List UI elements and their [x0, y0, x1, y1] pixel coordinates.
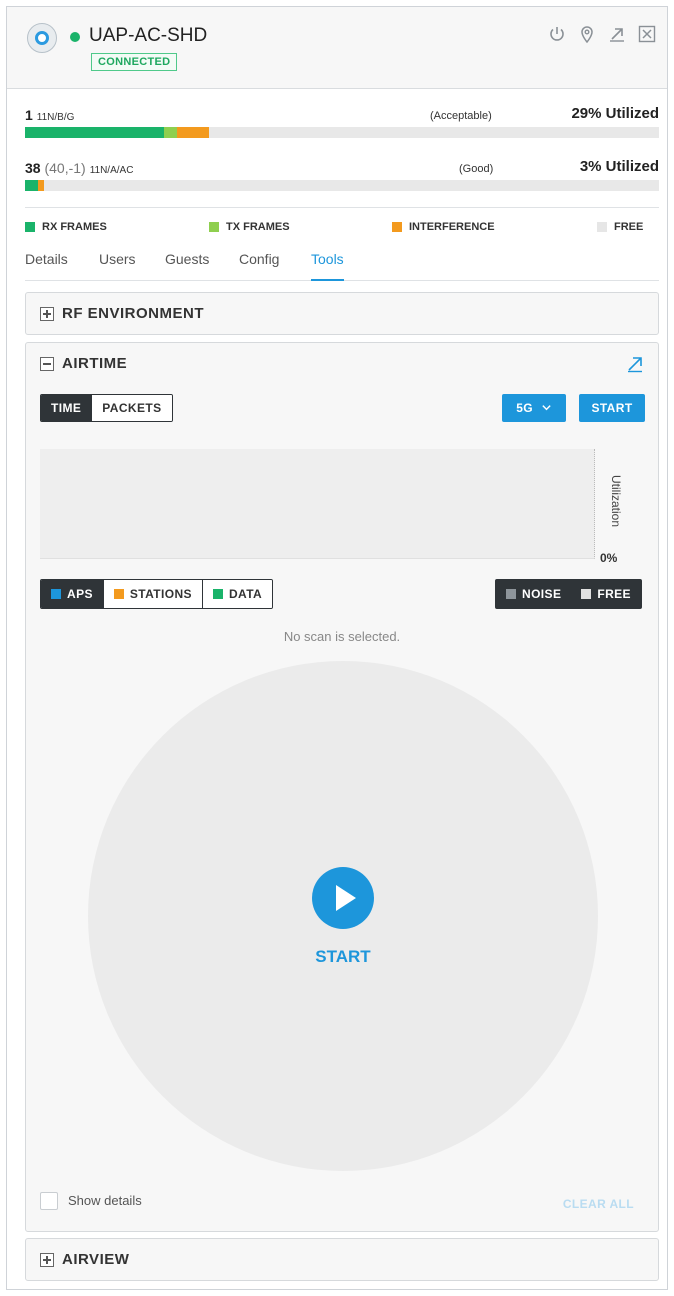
data-swatch: [212, 589, 223, 599]
legend-interference: INTERFERENCE: [392, 221, 495, 233]
collapse-minus-icon[interactable]: [40, 356, 54, 371]
noise-swatch: [506, 589, 516, 599]
device-icon: [27, 23, 57, 53]
radio-quality: (Good): [459, 163, 494, 175]
chevron-down-icon: [541, 395, 552, 423]
legend-free: FREE: [597, 221, 643, 233]
utilization-bar: [25, 127, 659, 138]
stations-swatch: [113, 589, 124, 599]
show-details-label: Show details: [68, 1193, 142, 1208]
close-icon[interactable]: [637, 24, 657, 44]
tab-users[interactable]: Users: [99, 251, 136, 281]
rx-segment: [25, 127, 165, 138]
mode-time-option[interactable]: TIME: [41, 395, 92, 421]
device-name: UAP-AC-SHD: [89, 25, 208, 46]
expand-plus-icon[interactable]: [40, 1252, 54, 1267]
utilization-bar: [25, 180, 659, 191]
aps-swatch: [51, 589, 61, 599]
power-icon[interactable]: [547, 24, 567, 44]
free-swatch: [597, 222, 607, 232]
start-label[interactable]: START: [88, 947, 598, 967]
rx-segment: [25, 180, 38, 191]
filter-data[interactable]: DATA: [201, 580, 273, 608]
y-axis-zero: 0%: [600, 551, 618, 565]
expand-plus-icon[interactable]: [40, 306, 54, 321]
frames-legend: RX FRAMES TX FRAMES INTERFERENCE FREE: [25, 221, 659, 237]
status-dot: [70, 32, 80, 42]
noise-filter: NOISE FREE: [495, 579, 642, 609]
tab-details[interactable]: Details: [25, 251, 68, 281]
tab-config[interactable]: Config: [239, 251, 279, 281]
airtime-section: AIRTIME TIME PACKETS 5G START Utilizatio…: [25, 342, 659, 1232]
locate-icon[interactable]: [577, 24, 597, 44]
interference-segment: [37, 180, 44, 191]
popout-icon[interactable]: [607, 24, 627, 44]
tx-segment: [164, 127, 178, 138]
y-axis-label: Utilization: [609, 475, 623, 528]
interference-segment: [177, 127, 209, 138]
filter-aps[interactable]: APS: [41, 580, 103, 608]
legend-rx: RX FRAMES: [25, 221, 107, 233]
band-select[interactable]: 5G: [502, 394, 566, 422]
start-button[interactable]: START: [579, 394, 645, 422]
tab-bar: Details Users Guests Config Tools: [25, 251, 659, 281]
radio-channel: 38: [25, 160, 41, 176]
section-title: AIRTIME: [62, 355, 128, 372]
filter-free[interactable]: FREE: [571, 580, 641, 608]
device-header: UAP-AC-SHD CONNECTED: [7, 7, 667, 89]
status-badge: CONNECTED: [91, 53, 178, 71]
divider: [25, 207, 659, 208]
interference-swatch: [392, 222, 402, 232]
clear-all-button[interactable]: CLEAR ALL: [563, 1197, 634, 1211]
radio-quality: (Acceptable): [430, 110, 492, 122]
legend-tx: TX FRAMES: [209, 221, 290, 233]
device-panel: UAP-AC-SHD CONNECTED 1 11N/B/G (Acceptabl…: [6, 6, 668, 1290]
filter-noise[interactable]: NOISE: [496, 580, 572, 608]
radio-channel-detail: (40,-1): [44, 160, 86, 176]
free-swatch: [581, 589, 592, 599]
radio-mode: 11N/A/AC: [89, 165, 134, 176]
tab-tools[interactable]: Tools: [311, 251, 344, 281]
filter-stations[interactable]: STATIONS: [102, 580, 202, 608]
tx-swatch: [209, 222, 219, 232]
play-icon[interactable]: [312, 867, 374, 929]
popout-icon[interactable]: [626, 355, 644, 373]
utilization-chart: [40, 449, 595, 559]
airtime-circle: START: [88, 661, 598, 1171]
section-title: RF ENVIRONMENT: [62, 305, 204, 322]
radio-channel: 1: [25, 107, 33, 123]
empty-message: No scan is selected.: [283, 629, 401, 644]
mode-toggle: TIME PACKETS: [40, 394, 173, 422]
radio-utilization: 29% Utilized: [571, 105, 659, 122]
radio-utilization: 3% Utilized: [579, 158, 659, 175]
airview-section[interactable]: AIRVIEW: [25, 1238, 659, 1281]
rf-environment-section[interactable]: RF ENVIRONMENT: [25, 292, 659, 335]
source-filter: APS STATIONS DATA: [40, 579, 274, 609]
section-title: AIRVIEW: [62, 1251, 130, 1268]
rx-swatch: [25, 222, 35, 232]
show-details-checkbox[interactable]: [40, 1192, 58, 1210]
radio-mode: 11N/B/G: [36, 112, 75, 123]
radio-row-5g: 38 (40,-1) 11N/A/AC (Good) 3% Utilized: [25, 158, 659, 198]
radio-row-2g: 1 11N/B/G (Acceptable) 29% Utilized: [25, 105, 659, 145]
tab-guests[interactable]: Guests: [165, 251, 209, 281]
mode-packets-option[interactable]: PACKETS: [91, 395, 172, 421]
